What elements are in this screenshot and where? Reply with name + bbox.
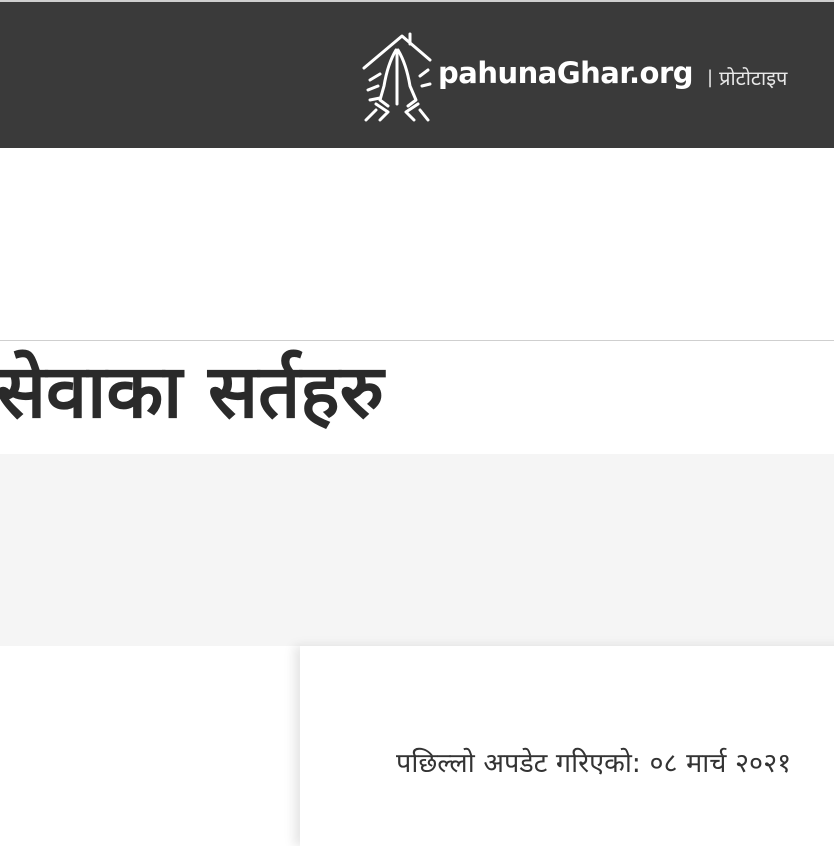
brand-separator: | — [707, 66, 714, 88]
brand-home-link[interactable]: pahunaGhar.org | प्रोटोटाइप — [358, 30, 787, 122]
site-header: pahunaGhar.org | प्रोटोटाइप — [0, 0, 834, 148]
namaste-hands-house-icon — [362, 32, 432, 122]
page-title: सेवाका सर्तहरु — [0, 349, 384, 435]
grey-banner — [0, 454, 834, 646]
prototype-tag: प्रोटोटाइप — [719, 65, 788, 90]
last-updated-text: पछिल्लो अपडेट गरिएको: ०८ मार्च २०२१ — [396, 748, 792, 779]
site-name: pahunaGhar.org — [438, 56, 694, 90]
